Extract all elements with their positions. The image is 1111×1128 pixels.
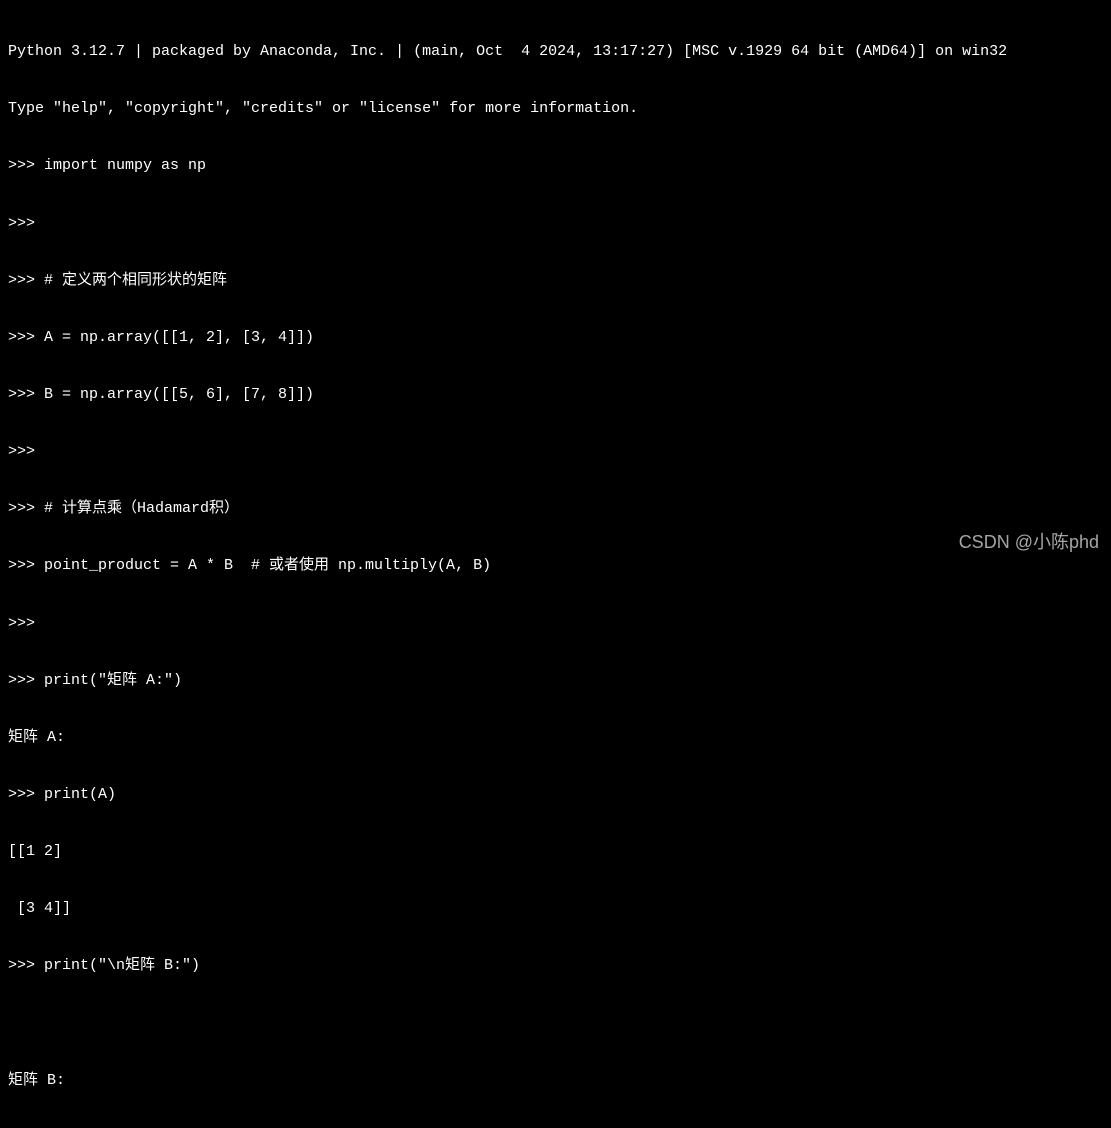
output-line: [[1 2] <box>8 842 1103 861</box>
terminal-output[interactable]: Python 3.12.7 | packaged by Anaconda, In… <box>8 4 1103 1128</box>
repl-line: >>> B = np.array([[5, 6], [7, 8]]) <box>8 385 1103 404</box>
repl-line: >>> point_product = A * B # 或者使用 np.mult… <box>8 556 1103 575</box>
python-intro-line: Type "help", "copyright", "credits" or "… <box>8 99 1103 118</box>
python-version-line: Python 3.12.7 | packaged by Anaconda, In… <box>8 42 1103 61</box>
repl-line: >>> # 定义两个相同形状的矩阵 <box>8 271 1103 290</box>
output-line <box>8 1013 1103 1032</box>
repl-line: >>> <box>8 614 1103 633</box>
output-line: [3 4]] <box>8 899 1103 918</box>
repl-line: >>> <box>8 442 1103 461</box>
repl-line: >>> print("矩阵 A:") <box>8 671 1103 690</box>
output-line: 矩阵 A: <box>8 728 1103 747</box>
output-line: 矩阵 B: <box>8 1071 1103 1090</box>
repl-line: >>> print("\n矩阵 B:") <box>8 956 1103 975</box>
repl-line: >>> <box>8 214 1103 233</box>
repl-line: >>> print(A) <box>8 785 1103 804</box>
repl-line: >>> A = np.array([[1, 2], [3, 4]]) <box>8 328 1103 347</box>
repl-line: >>> import numpy as np <box>8 156 1103 175</box>
repl-line: >>> # 计算点乘（Hadamard积） <box>8 499 1103 518</box>
